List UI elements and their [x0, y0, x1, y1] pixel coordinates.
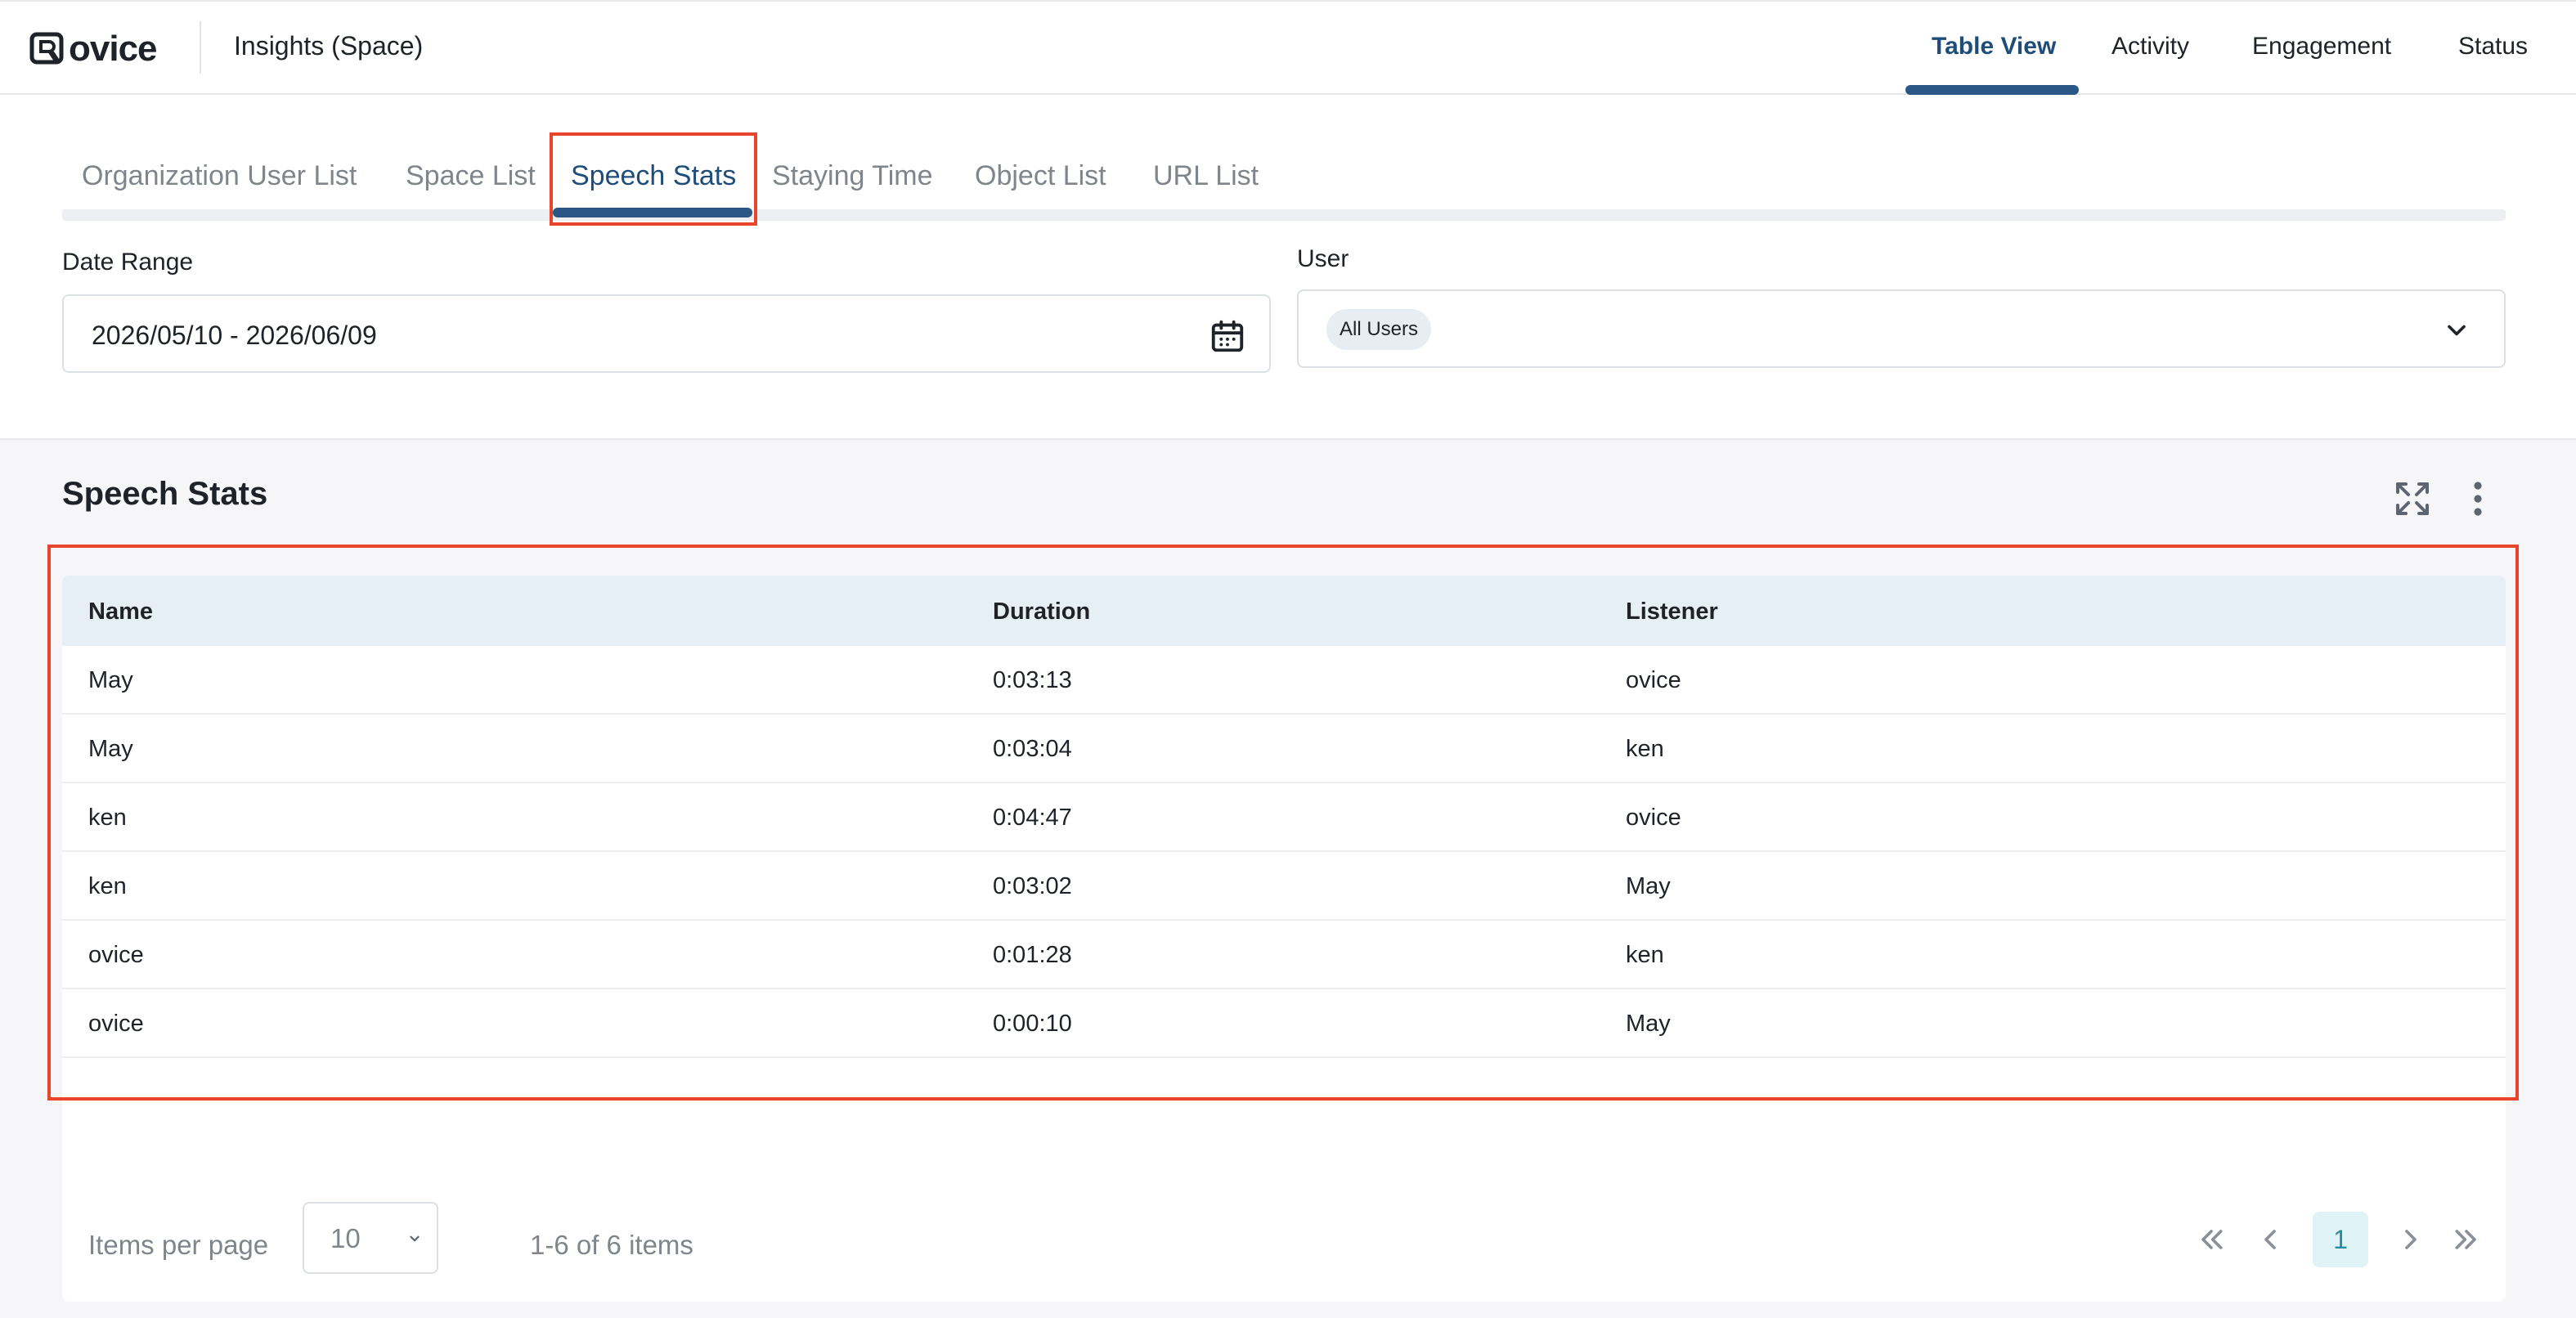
tab-url-list[interactable]: URL List [1153, 160, 1259, 192]
next-page-icon[interactable] [2394, 1223, 2427, 1256]
expand-icon[interactable] [2393, 479, 2432, 518]
user-chip-all-users[interactable]: All Users [1326, 309, 1432, 350]
user-select[interactable]: All Users [1297, 289, 2506, 368]
ovice-logo[interactable]: ovice [29, 28, 158, 70]
nav-table-view[interactable]: Table View [1932, 33, 2056, 61]
user-label: User [1297, 245, 1349, 272]
items-per-page-select[interactable]: 10 [303, 1202, 438, 1274]
topbar-divider [200, 21, 201, 74]
last-page-icon[interactable] [2450, 1223, 2483, 1256]
tab-highlight-box [550, 132, 757, 226]
tab-object-list[interactable]: Object List [975, 160, 1106, 192]
pagination-range: 1-6 of 6 items [530, 1230, 693, 1260]
sub-tabs: Organization User List Space List Speech… [62, 123, 2506, 221]
more-vertical-icon[interactable] [2462, 479, 2494, 518]
chevron-down-icon [410, 1235, 420, 1242]
tab-organization-user-list[interactable]: Organization User List [82, 160, 357, 192]
first-page-icon[interactable] [2195, 1223, 2228, 1256]
tab-track [62, 209, 2506, 221]
date-range-input[interactable]: 2026/05/10 - 2026/06/09 [62, 294, 1271, 373]
tab-staying-time[interactable]: Staying Time [772, 160, 933, 192]
nav-activity[interactable]: Activity [2112, 33, 2189, 61]
page-1-button[interactable]: 1 [2313, 1212, 2368, 1267]
items-per-page-value: 10 [330, 1223, 361, 1253]
top-bar: ovice Insights (Space) Table View Activi… [0, 0, 2576, 95]
chevron-down-icon[interactable] [2442, 316, 2471, 345]
app-title: Insights (Space) [234, 31, 424, 61]
ovice-logo-icon [29, 32, 64, 65]
nav-engagement[interactable]: Engagement [2252, 33, 2391, 61]
logo-text: ovice [69, 29, 158, 69]
table-highlight-box [47, 545, 2519, 1101]
date-range-label: Date Range [62, 249, 194, 276]
section-title: Speech Stats [62, 476, 268, 512]
tab-space-list[interactable]: Space List [406, 160, 536, 192]
date-range-value: 2026/05/10 - 2026/06/09 [92, 321, 377, 350]
previous-page-icon[interactable] [2254, 1223, 2287, 1256]
nav-active-indicator [1905, 85, 2079, 95]
nav-status[interactable]: Status [2458, 33, 2528, 61]
calendar-icon[interactable] [1209, 317, 1246, 355]
items-per-page-label: Items per page [88, 1230, 269, 1260]
